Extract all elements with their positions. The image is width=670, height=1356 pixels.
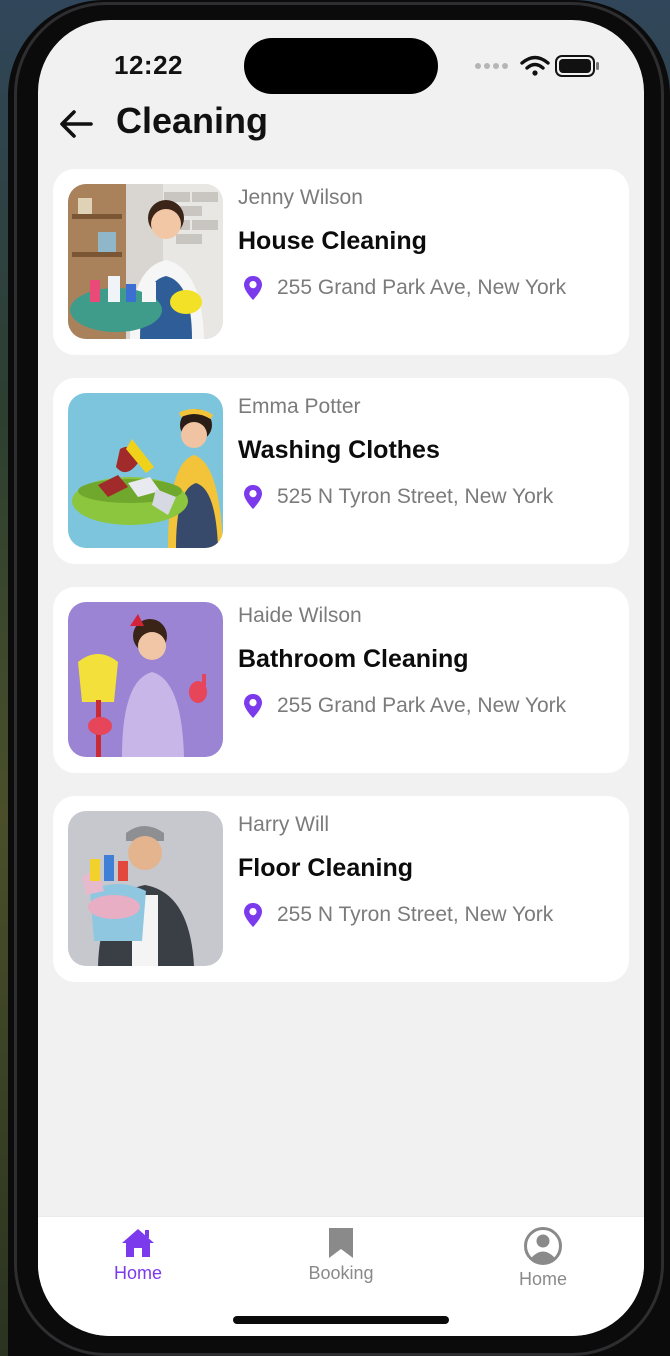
address-row: 525 N Tyron Street, New York	[243, 482, 553, 512]
tab-profile[interactable]: Home	[483, 1227, 603, 1297]
tab-profile-label: Home	[518, 1269, 567, 1289]
service-photo	[68, 184, 223, 339]
location-pin-icon	[244, 903, 262, 927]
status-icons	[475, 55, 599, 77]
page-title: Cleaning	[116, 100, 269, 141]
service-card[interactable]: Emma Potter Washing Clothes 525 N Tyron …	[53, 378, 629, 564]
tab-booking[interactable]: Booking	[281, 1227, 401, 1297]
service-address: 255 N Tyron Street, New York	[277, 903, 554, 926]
address-row: 255 N Tyron Street, New York	[243, 900, 553, 930]
tab-booking-label: Booking	[308, 1263, 374, 1283]
service-photo	[68, 811, 223, 966]
app-screen: 12:22 Cleaning Jenny Wilson House Cleani…	[38, 20, 644, 1336]
home-indicator[interactable]	[233, 1316, 449, 1324]
location-pin-icon	[244, 694, 262, 718]
location-pin-icon	[244, 276, 262, 300]
back-button[interactable]	[54, 102, 98, 146]
service-photo	[68, 602, 223, 757]
service-card[interactable]: Haide Wilson Bathroom Cleaning 255 Grand…	[53, 587, 629, 773]
tab-home[interactable]: Home	[78, 1227, 198, 1297]
wifi-icon	[520, 55, 550, 76]
service-title: Bathroom Cleaning	[238, 645, 469, 673]
status-time: 12:22	[114, 50, 183, 80]
provider-name: Emma Potter	[238, 395, 361, 418]
battery-icon	[555, 55, 599, 77]
service-photo	[68, 393, 223, 548]
dynamic-island	[244, 38, 438, 94]
provider-name: Jenny Wilson	[238, 186, 363, 209]
bookmark-icon	[329, 1228, 353, 1258]
service-title: House Cleaning	[238, 227, 427, 255]
app-header: Cleaning	[38, 92, 644, 158]
service-address: 255 Grand Park Ave, New York	[277, 694, 567, 717]
provider-name: Harry Will	[238, 813, 329, 836]
service-card[interactable]: Harry Will Floor Cleaning 255 N Tyron St…	[53, 796, 629, 982]
service-address: 525 N Tyron Street, New York	[277, 485, 554, 508]
arrow-left-icon	[60, 110, 93, 138]
signal-dots-icon	[475, 63, 508, 69]
service-address: 255 Grand Park Ave, New York	[277, 276, 567, 299]
user-circle-icon	[524, 1227, 562, 1265]
provider-name: Haide Wilson	[238, 604, 362, 627]
location-pin-icon	[244, 485, 262, 509]
service-title: Washing Clothes	[238, 436, 440, 464]
service-title: Floor Cleaning	[238, 854, 413, 882]
house-icon	[122, 1229, 154, 1257]
tab-home-label: Home	[113, 1263, 162, 1283]
service-card[interactable]: Jenny Wilson House Cleaning 255 Grand Pa…	[53, 169, 629, 355]
address-row: 255 Grand Park Ave, New York	[243, 691, 566, 721]
address-row: 255 Grand Park Ave, New York	[243, 273, 566, 303]
